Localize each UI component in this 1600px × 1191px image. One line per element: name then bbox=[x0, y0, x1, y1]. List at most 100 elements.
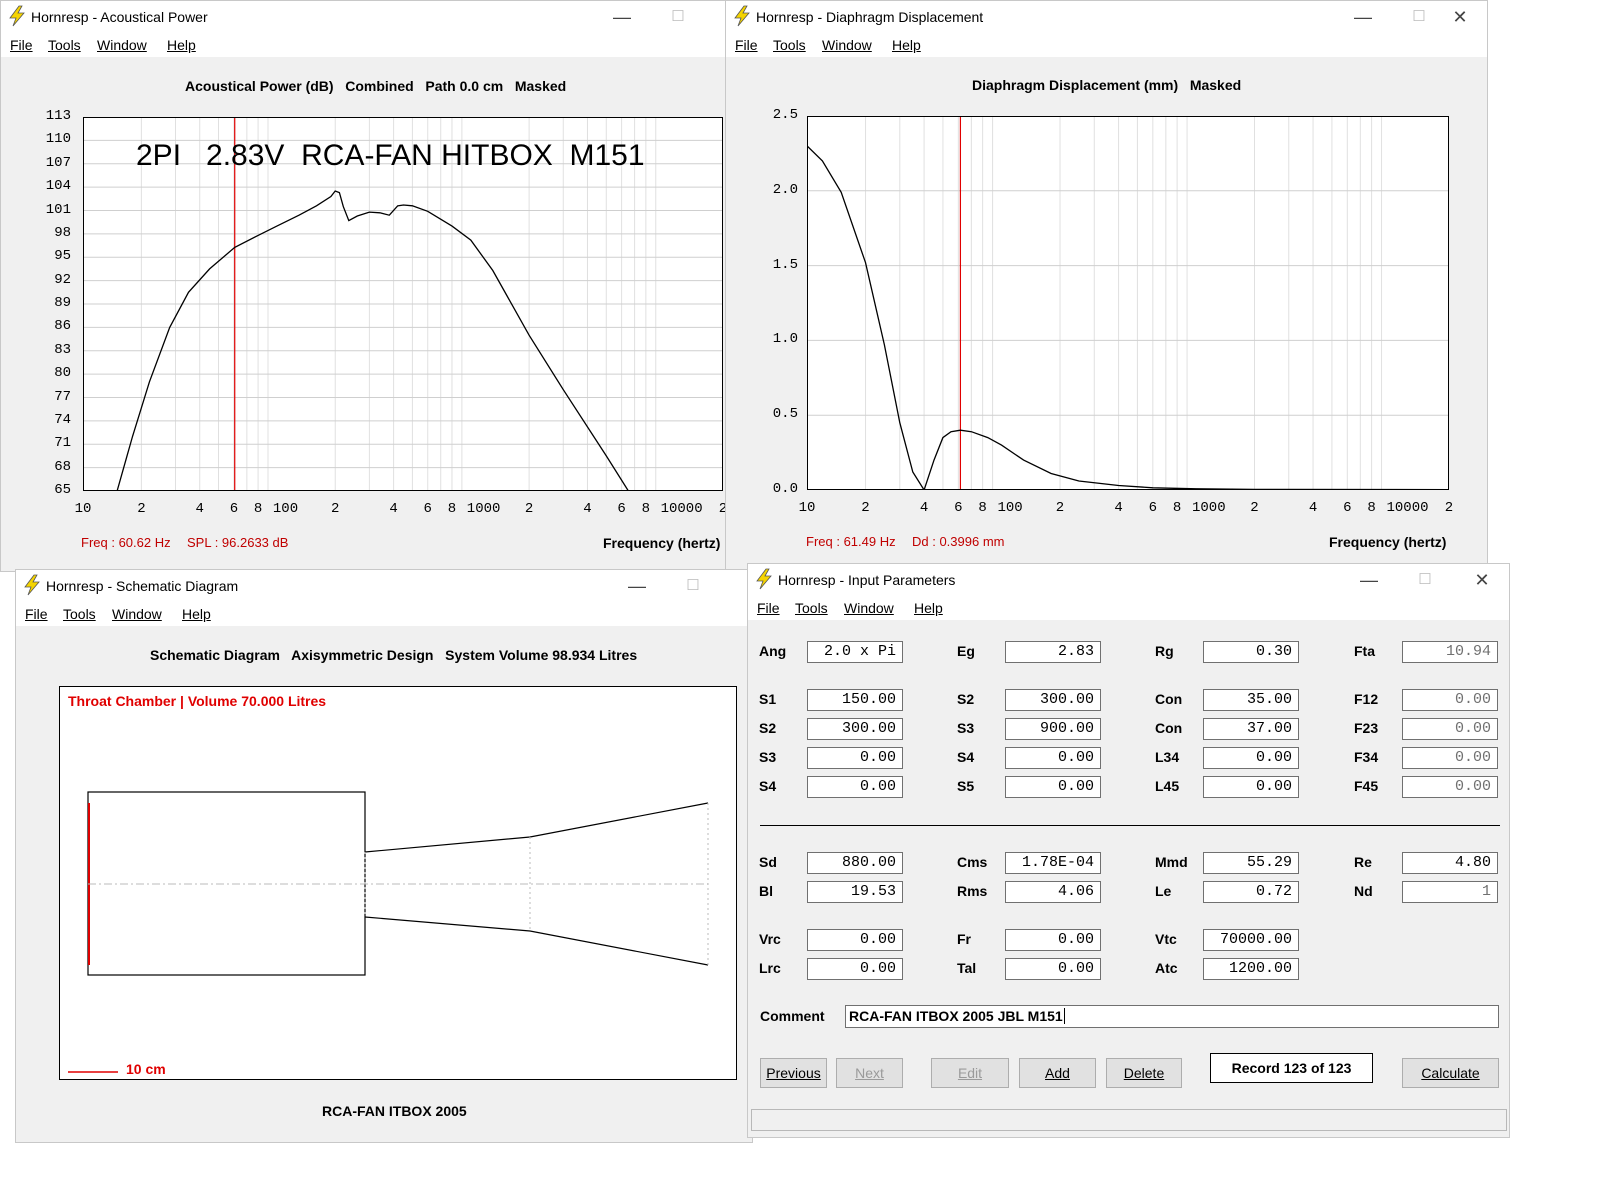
menu-file[interactable]: File bbox=[757, 600, 780, 616]
param-field-f23[interactable]: 0.00 bbox=[1402, 718, 1498, 740]
param-field-s3[interactable]: 0.00 bbox=[807, 747, 903, 769]
menu-file[interactable]: File bbox=[25, 606, 48, 622]
maximize-button[interactable]: ☐ bbox=[1402, 3, 1436, 31]
param-field-sd[interactable]: 880.00 bbox=[807, 852, 903, 874]
param-field-vrc[interactable]: 0.00 bbox=[807, 929, 903, 951]
minimize-button[interactable]: — bbox=[1352, 566, 1386, 594]
y-tick-label: 83 bbox=[54, 341, 71, 358]
title-bar[interactable]: Hornresp - Diaphragm Displacement — ☐ ✕ bbox=[726, 1, 1487, 33]
next-button[interactable]: Next bbox=[836, 1058, 903, 1088]
comment-value: RCA-FAN ITBOX 2005 JBL M151 bbox=[849, 1008, 1063, 1024]
minimize-button[interactable]: — bbox=[605, 3, 639, 31]
menu-help[interactable]: Help bbox=[892, 37, 921, 53]
param-field-l45[interactable]: 0.00 bbox=[1203, 776, 1299, 798]
param-field-lrc[interactable]: 0.00 bbox=[807, 958, 903, 980]
param-field-s4[interactable]: 0.00 bbox=[807, 776, 903, 798]
param-field-f34[interactable]: 0.00 bbox=[1402, 747, 1498, 769]
y-tick-label: 0.5 bbox=[772, 406, 798, 423]
menu-help[interactable]: Help bbox=[914, 600, 943, 616]
param-field-cms[interactable]: 1.78E-04 bbox=[1005, 852, 1101, 874]
schematic-canvas[interactable]: Throat Chamber | Volume 70.000 Litres 10… bbox=[59, 686, 737, 1080]
menu-label: Window bbox=[97, 37, 147, 53]
param-field-con[interactable]: 35.00 bbox=[1203, 689, 1299, 711]
param-field-f12[interactable]: 0.00 bbox=[1402, 689, 1498, 711]
menu-tools[interactable]: Tools bbox=[63, 606, 96, 622]
minimize-button[interactable]: — bbox=[1346, 3, 1380, 31]
menu-help[interactable]: Help bbox=[182, 606, 211, 622]
param-field-atc[interactable]: 1200.00 bbox=[1203, 958, 1299, 980]
menu-tools[interactable]: Tools bbox=[48, 37, 81, 53]
param-field-re[interactable]: 4.80 bbox=[1402, 852, 1498, 874]
param-field-l34[interactable]: 0.00 bbox=[1203, 747, 1299, 769]
param-label: Le bbox=[1155, 883, 1172, 899]
record-counter: Record 123 of 123 bbox=[1210, 1053, 1373, 1083]
comment-field[interactable]: RCA-FAN ITBOX 2005 JBL M151 bbox=[845, 1005, 1499, 1028]
minimize-button[interactable]: — bbox=[620, 572, 654, 600]
param-field-s2[interactable]: 300.00 bbox=[1005, 689, 1101, 711]
menu-label: Window bbox=[112, 606, 162, 622]
window-title: Hornresp - Diaphragm Displacement bbox=[756, 9, 984, 25]
param-field-ang[interactable]: 2.0 x Pi bbox=[807, 641, 903, 663]
param-label: Cms bbox=[957, 854, 988, 870]
param-field-s4[interactable]: 0.00 bbox=[1005, 747, 1101, 769]
calculate-button[interactable]: Calculate bbox=[1402, 1058, 1499, 1088]
y-tick-label: 2.0 bbox=[772, 181, 798, 198]
menu-window[interactable]: Window bbox=[97, 37, 147, 53]
param-label: Eg bbox=[957, 643, 975, 659]
title-bar[interactable]: Hornresp - Schematic Diagram — ☐ bbox=[16, 570, 752, 602]
delete-button[interactable]: Delete bbox=[1106, 1058, 1182, 1088]
menu-tools[interactable]: Tools bbox=[795, 600, 828, 616]
menu-tools[interactable]: Tools bbox=[773, 37, 806, 53]
param-label: Fr bbox=[957, 931, 971, 947]
plot-area: Acoustical Power (dB) Combined Path 0.0 … bbox=[1, 57, 726, 571]
x-tick-label: 4 bbox=[583, 501, 592, 517]
x-tick-label: 10 bbox=[74, 501, 92, 517]
edit-button[interactable]: Edit bbox=[931, 1058, 1009, 1088]
param-field-rms[interactable]: 4.06 bbox=[1005, 881, 1101, 903]
previous-button[interactable]: Previous bbox=[760, 1058, 827, 1088]
y-tick-label: 104 bbox=[45, 178, 71, 195]
diaphragm-displacement-chart[interactable] bbox=[807, 116, 1449, 490]
menu-window[interactable]: Window bbox=[844, 600, 894, 616]
param-field-rg[interactable]: 0.30 bbox=[1203, 641, 1299, 663]
param-field-bl[interactable]: 19.53 bbox=[807, 881, 903, 903]
menu-window[interactable]: Window bbox=[822, 37, 872, 53]
param-label: F45 bbox=[1354, 778, 1379, 794]
param-field-vtc[interactable]: 70000.00 bbox=[1203, 929, 1299, 951]
param-field-s5[interactable]: 0.00 bbox=[1005, 776, 1101, 798]
param-field-s2[interactable]: 300.00 bbox=[807, 718, 903, 740]
param-field-fr[interactable]: 0.00 bbox=[1005, 929, 1101, 951]
close-button[interactable]: ✕ bbox=[1465, 566, 1499, 594]
menu-window[interactable]: Window bbox=[112, 606, 162, 622]
menu-file[interactable]: File bbox=[735, 37, 758, 53]
acoustical-power-chart[interactable] bbox=[83, 117, 723, 491]
param-field-f45[interactable]: 0.00 bbox=[1402, 776, 1498, 798]
param-field-eg[interactable]: 2.83 bbox=[1005, 641, 1101, 663]
param-field-tal[interactable]: 0.00 bbox=[1005, 958, 1101, 980]
param-field-fta[interactable]: 10.94 bbox=[1402, 641, 1498, 663]
param-field-s3[interactable]: 900.00 bbox=[1005, 718, 1101, 740]
menu-help[interactable]: Help bbox=[167, 37, 196, 53]
maximize-button[interactable]: ☐ bbox=[1408, 566, 1442, 594]
chart-annotation: 2PI 2.83V RCA-FAN HITBOX M151 bbox=[136, 139, 645, 172]
maximize-button[interactable]: ☐ bbox=[676, 572, 710, 600]
title-bar[interactable]: Hornresp - Input Parameters — ☐ ✕ bbox=[748, 564, 1509, 596]
close-button[interactable]: ✕ bbox=[1443, 3, 1477, 31]
status-freq: Freq : 61.49 Hz bbox=[806, 534, 896, 549]
param-label: Tal bbox=[957, 960, 977, 976]
menu-file[interactable]: File bbox=[10, 37, 33, 53]
param-label: Con bbox=[1155, 720, 1183, 736]
param-field-mmd[interactable]: 55.29 bbox=[1203, 852, 1299, 874]
x-tick-label: 6 bbox=[1148, 500, 1157, 516]
menu-label: Tools bbox=[63, 606, 96, 622]
param-field-con[interactable]: 37.00 bbox=[1203, 718, 1299, 740]
add-button[interactable]: Add bbox=[1019, 1058, 1096, 1088]
horn-schematic bbox=[68, 791, 709, 1073]
param-field-nd[interactable]: 1 bbox=[1402, 881, 1498, 903]
title-bar[interactable]: Hornresp - Acoustical Power — ☐ bbox=[1, 1, 726, 33]
param-label: S3 bbox=[759, 749, 777, 765]
maximize-button[interactable]: ☐ bbox=[661, 3, 695, 31]
x-tick-label: 8 bbox=[1172, 500, 1182, 516]
param-field-le[interactable]: 0.72 bbox=[1203, 881, 1299, 903]
param-field-s1[interactable]: 150.00 bbox=[807, 689, 903, 711]
